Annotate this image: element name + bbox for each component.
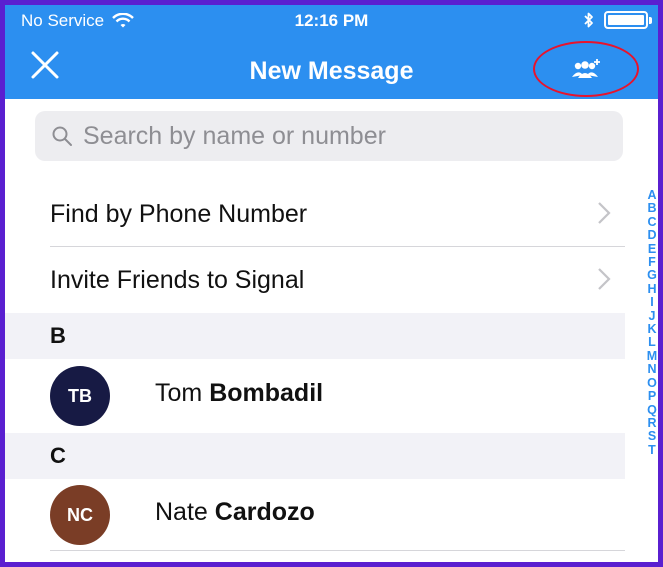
battery-icon	[604, 11, 652, 29]
index-letter-o[interactable]: O	[647, 376, 657, 390]
divider	[50, 550, 625, 551]
search-bar[interactable]	[35, 111, 623, 161]
index-letter-c[interactable]: C	[647, 215, 656, 229]
index-letter-q[interactable]: Q	[647, 403, 657, 417]
bluetooth-icon	[584, 12, 593, 28]
index-letter-s[interactable]: S	[648, 429, 656, 443]
index-letter-j[interactable]: J	[649, 309, 656, 323]
search-icon	[52, 126, 72, 146]
new-group-icon	[572, 59, 600, 78]
status-right	[584, 11, 652, 29]
index-letter-a[interactable]: A	[647, 188, 656, 202]
invite-friends-label: Invite Friends to Signal	[50, 265, 305, 294]
nav-bar: New Message	[5, 35, 658, 99]
avatar: TB	[50, 366, 110, 426]
new-group-button[interactable]	[533, 41, 639, 97]
contact-row[interactable]: TB Tom Bombadil	[5, 352, 625, 432]
invite-friends-row[interactable]: Invite Friends to Signal	[5, 247, 625, 313]
find-by-phone-label: Find by Phone Number	[50, 199, 308, 228]
find-by-phone-row[interactable]: Find by Phone Number	[5, 181, 625, 247]
index-letter-i[interactable]: I	[650, 295, 653, 309]
index-letter-d[interactable]: D	[647, 228, 656, 242]
index-letter-t[interactable]: T	[648, 443, 656, 457]
index-letter-n[interactable]: N	[647, 362, 656, 376]
contact-name: Tom Bombadil	[155, 379, 323, 408]
index-letter-f[interactable]: F	[648, 255, 656, 269]
index-letter-m[interactable]: M	[647, 349, 657, 363]
alphabet-index[interactable]: ABCDEFGHIJKLMNOPQRST	[644, 188, 658, 457]
contact-row[interactable]: NC Nate Cardozo	[5, 471, 625, 551]
chevron-right-icon	[598, 202, 611, 224]
index-letter-e[interactable]: E	[648, 242, 656, 256]
index-letter-r[interactable]: R	[647, 416, 656, 430]
contact-first-name: Tom	[155, 379, 203, 407]
status-time: 12:16 PM	[294, 11, 369, 30]
index-letter-p[interactable]: P	[648, 389, 656, 403]
index-letter-h[interactable]: H	[647, 282, 656, 296]
search-input[interactable]	[83, 121, 603, 151]
contact-first-name: Nate	[155, 498, 208, 526]
contact-last-name: Bombadil	[209, 379, 324, 407]
header: No Service 12:16 PM New Message	[5, 5, 658, 99]
contact-name: Nate Cardozo	[155, 498, 315, 527]
index-letter-b[interactable]: B	[647, 201, 656, 215]
avatar: NC	[50, 485, 110, 545]
index-letter-l[interactable]: L	[648, 336, 656, 350]
status-bar: No Service 12:16 PM	[5, 5, 658, 35]
index-letter-k[interactable]: K	[647, 322, 656, 336]
contact-last-name: Cardozo	[214, 498, 315, 526]
index-letter-g[interactable]: G	[647, 269, 657, 283]
chevron-right-icon	[598, 268, 611, 290]
phone-screen: No Service 12:16 PM New Message Search b…	[0, 0, 663, 567]
